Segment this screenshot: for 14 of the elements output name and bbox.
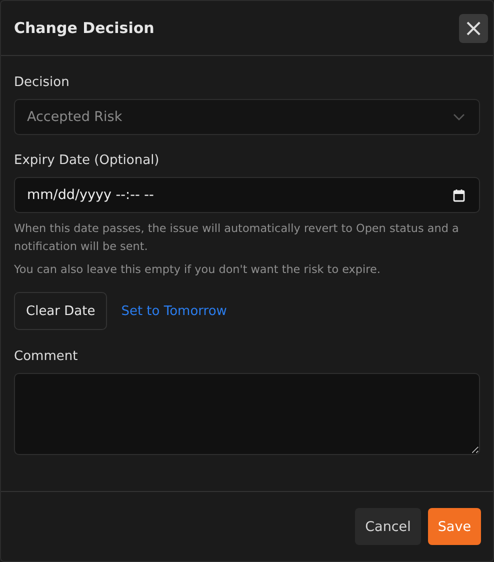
set-tomorrow-link[interactable]: Set to Tomorrow: [121, 304, 227, 318]
comment-field[interactable]: [14, 373, 480, 455]
date-field[interactable]: mm/dd/yyyy --:-- --: [14, 177, 480, 213]
clear-date-button[interactable]: Clear Date: [14, 292, 108, 330]
cancel-button[interactable]: Cancel: [355, 508, 421, 545]
close-button[interactable]: ×: [459, 14, 488, 42]
help-text: You can also leave this empty if you don't want the risk to expire.: [14, 262, 380, 278]
help-text: When this date passes, the issue will automatically revert to Open status and a notification will be sent.: [14, 221, 460, 255]
dialog-title: Change Decision: [14, 19, 154, 37]
field-label: Decision: [14, 75, 70, 90]
field-label: Comment: [14, 349, 78, 364]
calendar-icon: [453, 189, 465, 202]
field-label: Expiry Date (Optional): [14, 153, 160, 168]
chevron-down-icon: [453, 113, 465, 121]
